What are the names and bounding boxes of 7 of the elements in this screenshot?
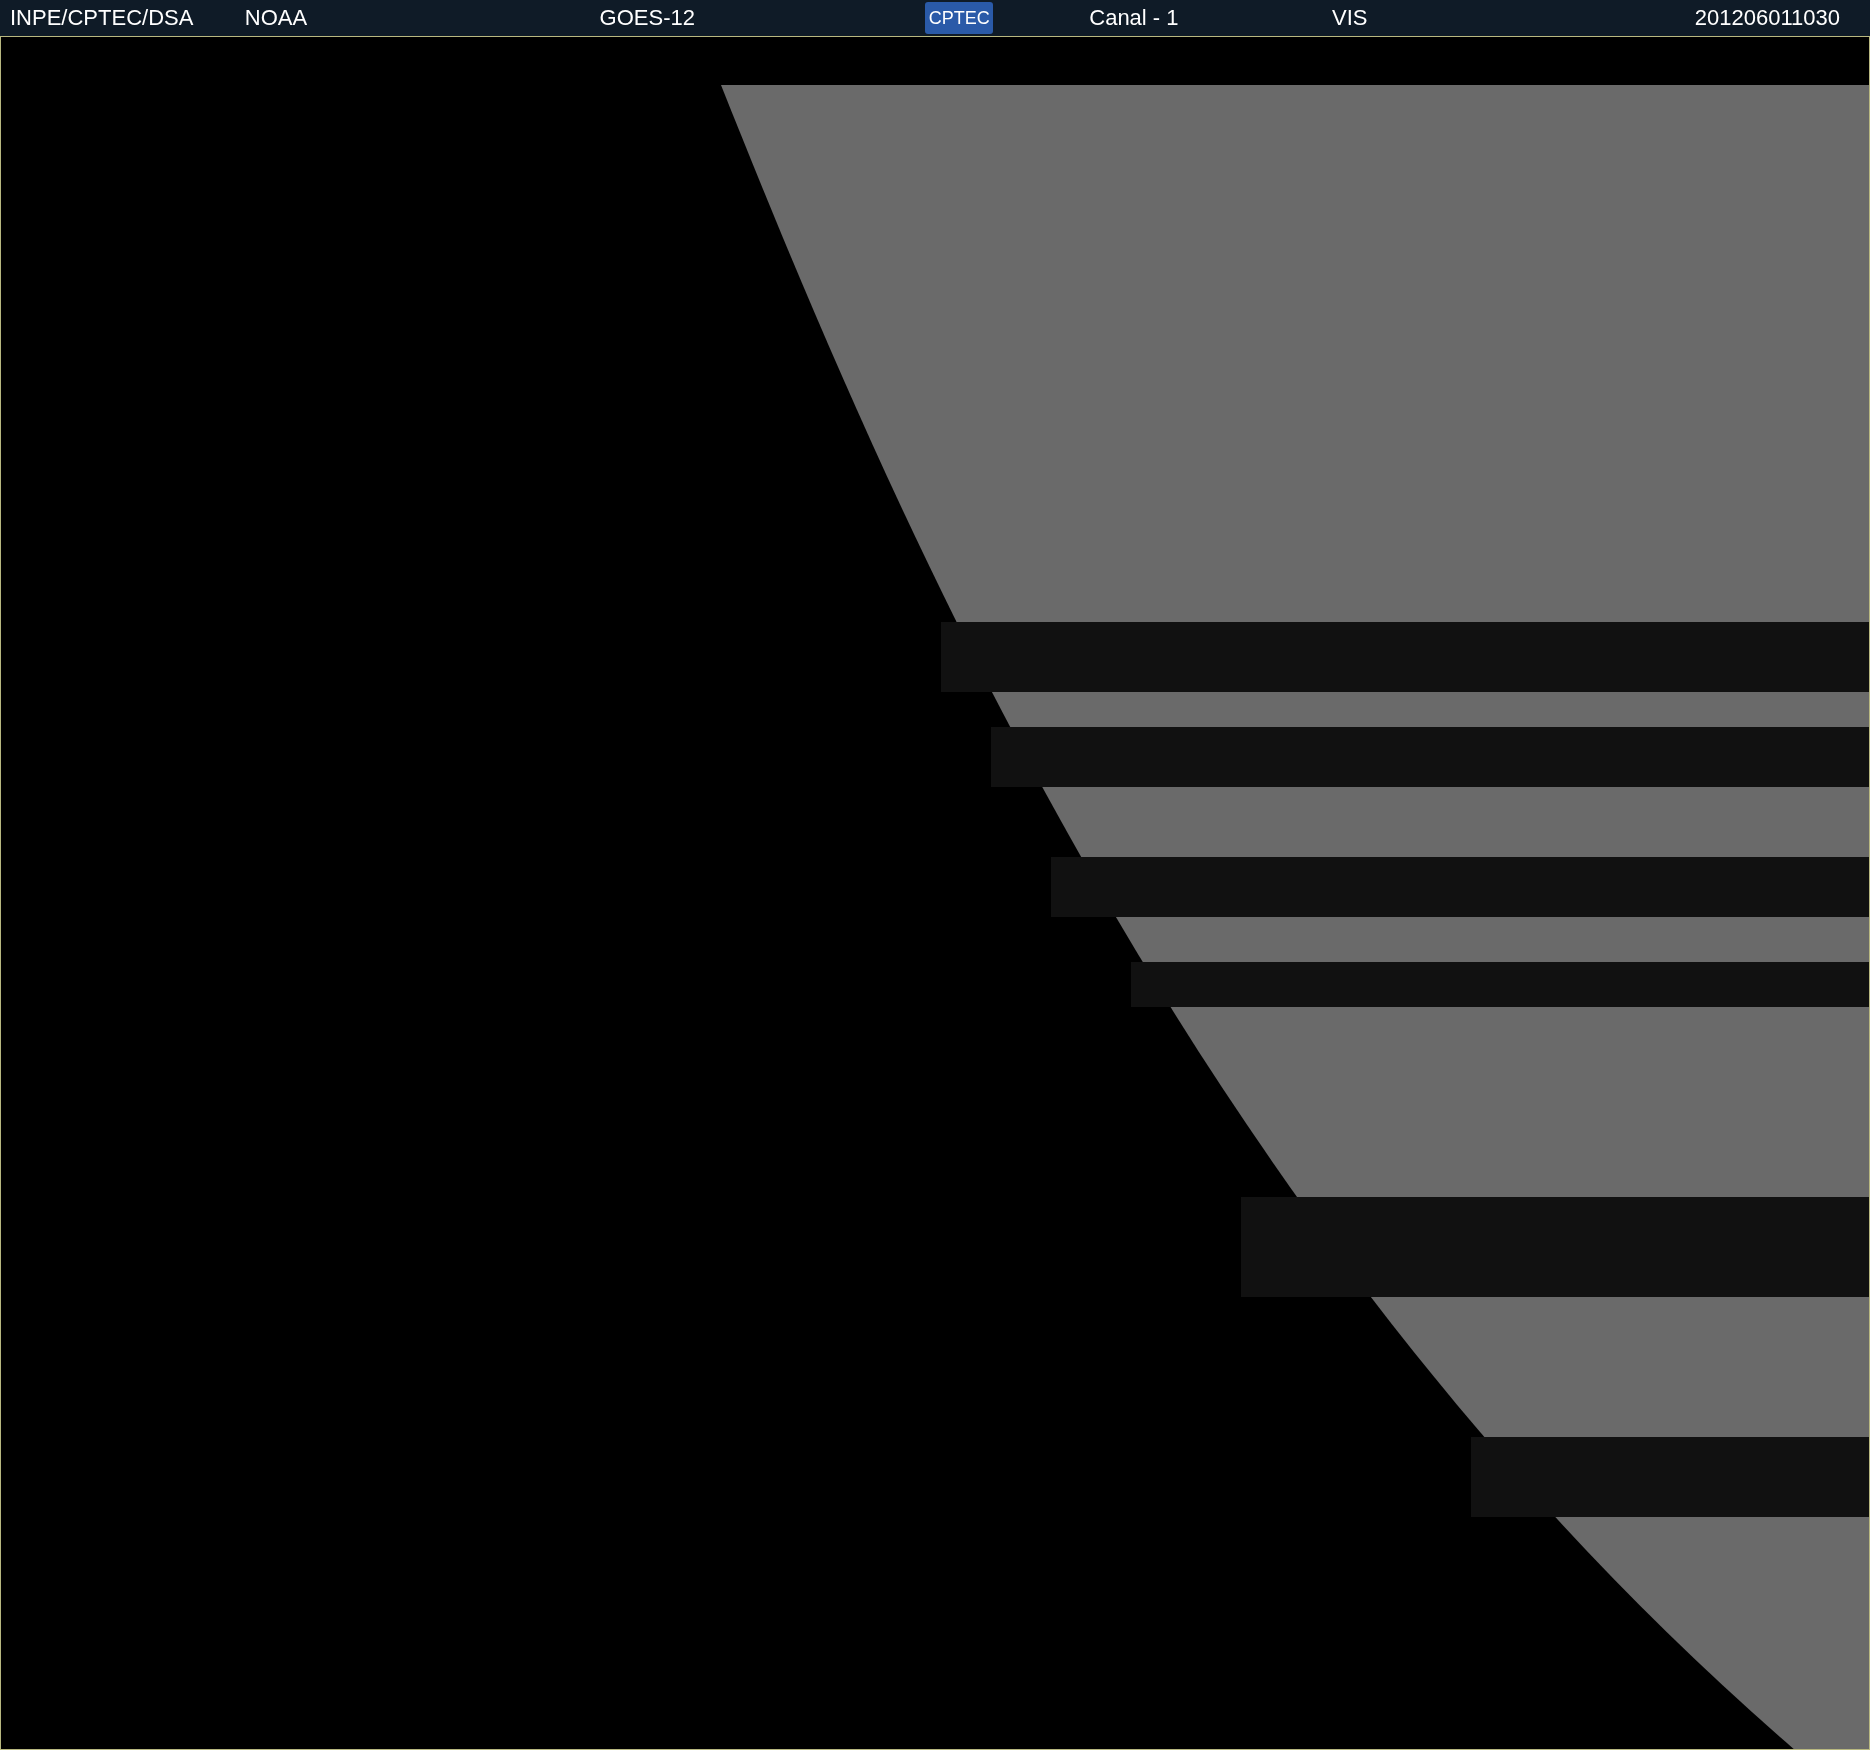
timestamp-label: 201206011030 [1694,5,1840,31]
band-label: VIS [1332,5,1369,31]
agency-label: NOAA [244,5,309,31]
satellite-label: GOES-12 [599,5,696,31]
channel-label: Canal - 1 [1089,5,1180,31]
logo: CPTEC [925,2,994,34]
source-label: INPE/CPTEC/DSA [10,5,195,31]
